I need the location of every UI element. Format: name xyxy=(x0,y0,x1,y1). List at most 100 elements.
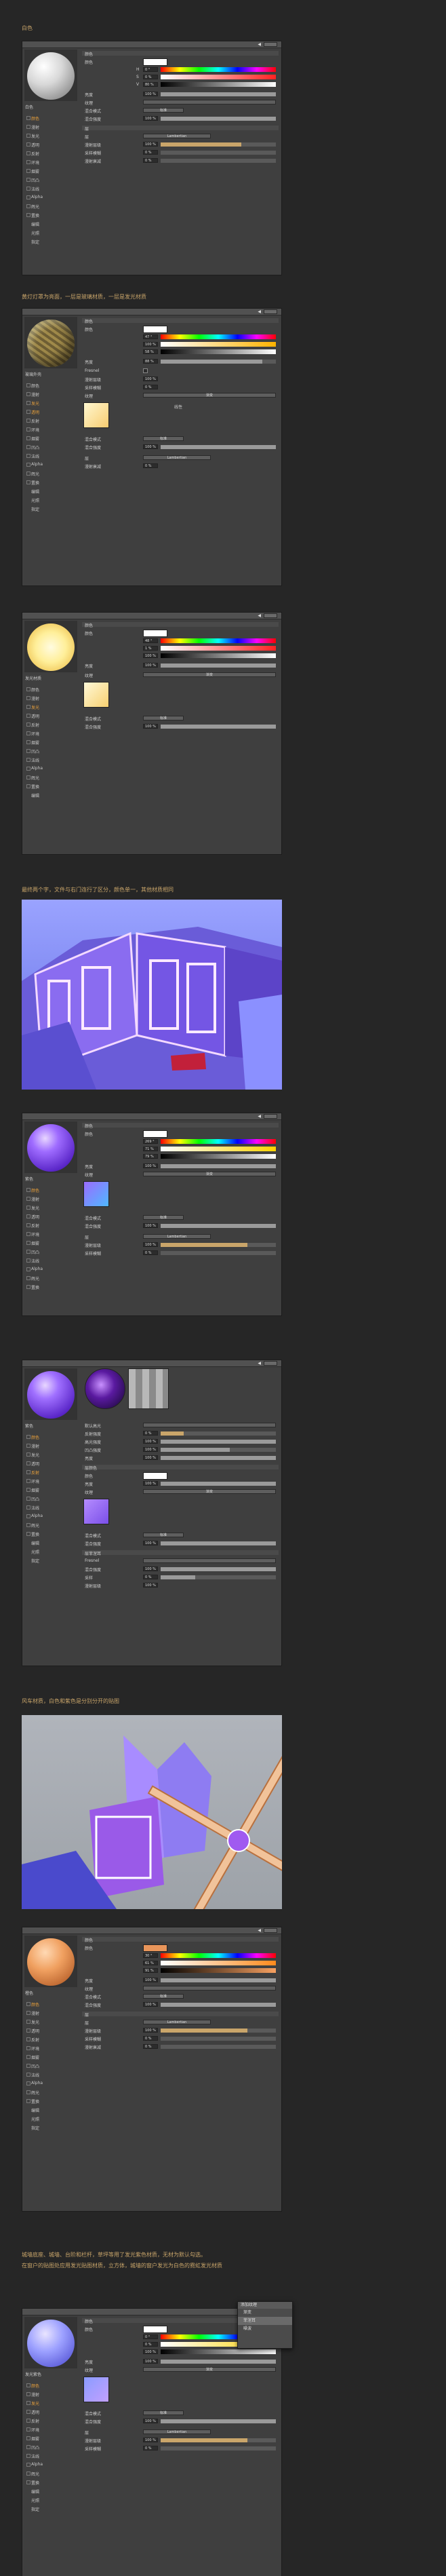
diffuse-level-bar[interactable] xyxy=(161,2029,276,2033)
layer-brightness-bar[interactable] xyxy=(161,1482,276,1486)
diffuse-level-bar[interactable] xyxy=(161,1243,276,1247)
channel-color[interactable]: 颜色 xyxy=(24,1999,77,2008)
channel-displacement[interactable]: 置换 xyxy=(24,1282,77,1291)
mix-strength-bar[interactable] xyxy=(161,1541,276,1545)
channel-diffuse[interactable]: 漫射 xyxy=(24,1194,77,1203)
bump-field[interactable]: 100 % xyxy=(143,1447,158,1452)
channel-color[interactable]: 颜色 xyxy=(24,1432,77,1441)
channel-diffuse[interactable]: 漫射 xyxy=(24,2008,77,2017)
color-swatch[interactable] xyxy=(143,326,167,333)
channel-glow[interactable]: 辉光 xyxy=(24,2088,77,2096)
channel-assign[interactable]: 指定 xyxy=(24,504,77,513)
channel-diffuse[interactable]: 漫射 xyxy=(24,389,77,398)
channel-glow[interactable]: 辉光 xyxy=(24,2469,77,2478)
v-field[interactable]: 58 % xyxy=(143,349,158,354)
fresnel-checkbox[interactable] xyxy=(143,368,148,373)
channel-color[interactable]: 颜色 xyxy=(24,381,77,389)
saturation-slider[interactable] xyxy=(161,1961,276,1965)
brightness-bar[interactable] xyxy=(161,360,276,364)
channel-reflectance[interactable]: 反射 xyxy=(24,149,77,157)
channel-editor[interactable]: 编辑 xyxy=(24,2486,77,2495)
channel-luminance[interactable]: 发光 xyxy=(24,398,77,407)
channel-assign[interactable]: 指定 xyxy=(24,237,77,246)
h-field[interactable]: 0 ° xyxy=(143,2334,158,2339)
arrow-left-icon[interactable]: ◀ xyxy=(258,613,261,618)
gradient-preview[interactable] xyxy=(83,402,109,428)
channel-editor[interactable]: 编辑 xyxy=(24,486,77,495)
diffuse-falloff-bar[interactable] xyxy=(161,159,276,163)
specular-bar[interactable] xyxy=(161,1440,276,1444)
channel-diffuse[interactable]: 漫射 xyxy=(24,122,77,131)
s-field[interactable]: 1 % xyxy=(143,646,158,651)
value-slider[interactable] xyxy=(161,82,276,87)
layer-texture-dropdown[interactable]: 渐变 xyxy=(143,1489,276,1494)
channel-illumination[interactable]: 光照 xyxy=(24,1547,77,1556)
color-swatch[interactable] xyxy=(143,1944,167,1952)
h-field[interactable]: 269 ° xyxy=(143,1139,158,1144)
diffuse-level-field[interactable]: 100 % xyxy=(143,142,158,147)
diffuse-level-bar[interactable] xyxy=(161,142,276,147)
h-field[interactable]: 0 ° xyxy=(143,67,158,72)
diffuse-level-field[interactable]: 100 % xyxy=(143,2028,158,2033)
channel-luminance[interactable]: 发光 xyxy=(24,2017,77,2026)
channel-environment[interactable]: 环境 xyxy=(24,729,77,737)
reflect-bar[interactable] xyxy=(161,1431,276,1436)
channel-assign[interactable]: 指定 xyxy=(24,2123,77,2132)
channel-environment[interactable]: 环境 xyxy=(24,1229,77,1238)
toolbar-toggle[interactable] xyxy=(264,42,277,47)
channel-fog[interactable]: 烟雾 xyxy=(24,1485,77,1494)
texture-dropdown[interactable]: 渐变 xyxy=(143,672,276,677)
channel-diffuse[interactable]: 漫射 xyxy=(24,2389,77,2398)
texture-dropdown[interactable] xyxy=(143,100,276,104)
v-field[interactable]: 100 % xyxy=(143,653,158,658)
diffuse-level-field[interactable]: 100 % xyxy=(143,1242,158,1247)
channel-reflectance[interactable]: 反射 xyxy=(24,1467,77,1476)
saturation-slider[interactable] xyxy=(161,1147,276,1151)
channel-environment[interactable]: 环境 xyxy=(24,157,77,166)
channel-bump[interactable]: 凹凸 xyxy=(24,175,77,184)
channel-bump[interactable]: 凹凸 xyxy=(24,1494,77,1503)
channel-illumination[interactable]: 光照 xyxy=(24,2495,77,2504)
diffuse-falloff-field[interactable]: 0 % xyxy=(143,2044,158,2049)
brightness-field[interactable]: 100 % xyxy=(143,2359,158,2364)
arrow-left-icon[interactable]: ◀ xyxy=(258,309,261,314)
channel-environment[interactable]: 环境 xyxy=(24,425,77,434)
saturation-slider[interactable] xyxy=(161,646,276,651)
channel-fog[interactable]: 烟雾 xyxy=(24,2052,77,2061)
diffuse-level-bar[interactable] xyxy=(161,2438,276,2442)
h-field[interactable]: 47 ° xyxy=(143,334,158,339)
channel-alpha[interactable]: Alpha xyxy=(24,1265,77,1273)
channel-transparency[interactable]: 透明 xyxy=(24,1212,77,1220)
mix-mode-dropdown[interactable]: 标准 xyxy=(143,1533,184,1537)
channel-luminance[interactable]: 发光 xyxy=(24,2398,77,2407)
fresnel-strength-field[interactable]: 100 % xyxy=(143,1566,158,1571)
hue-slider[interactable] xyxy=(161,1139,276,1144)
diffuse-falloff-bar[interactable] xyxy=(161,2045,276,2049)
v-field[interactable]: 80 % xyxy=(143,82,158,87)
s-field[interactable]: 100 % xyxy=(143,342,158,347)
channel-alpha[interactable]: Alpha xyxy=(24,2460,77,2469)
specular-field[interactable]: 100 % xyxy=(143,1439,158,1444)
sample-field[interactable]: 0 % xyxy=(143,1575,158,1579)
saturation-slider[interactable] xyxy=(161,342,276,347)
gradient-preview[interactable] xyxy=(83,682,109,708)
channel-environment[interactable]: 环境 xyxy=(24,2425,77,2434)
channel-color[interactable]: 颜色 xyxy=(24,685,77,693)
channel-normal[interactable]: 法线 xyxy=(24,2451,77,2460)
layer-brightness-field[interactable]: 100 % xyxy=(143,1481,158,1486)
channel-environment[interactable]: 环境 xyxy=(24,1476,77,1485)
diffuse-level-field[interactable]: 100 % xyxy=(143,377,158,381)
channel-color[interactable]: 颜色 xyxy=(24,2381,77,2389)
texture-dropdown[interactable] xyxy=(143,1986,276,1991)
layer-dropdown[interactable]: Lambertian xyxy=(143,2429,211,2434)
texture-dropdown[interactable]: 渐变 xyxy=(143,1172,276,1176)
reflect-field[interactable]: 0 % xyxy=(143,1431,158,1436)
channel-alpha[interactable]: Alpha xyxy=(24,764,77,773)
channel-normal[interactable]: 法线 xyxy=(24,184,77,193)
channel-fog[interactable]: 烟雾 xyxy=(24,166,77,175)
s-field[interactable]: 0 % xyxy=(143,2342,158,2347)
channel-luminance[interactable]: 发光 xyxy=(24,131,77,140)
mix-mode-dropdown[interactable]: 标准 xyxy=(143,2410,184,2415)
diffuse-level-field[interactable]: 100 % xyxy=(143,1583,158,1588)
channel-transparency[interactable]: 透明 xyxy=(24,407,77,416)
